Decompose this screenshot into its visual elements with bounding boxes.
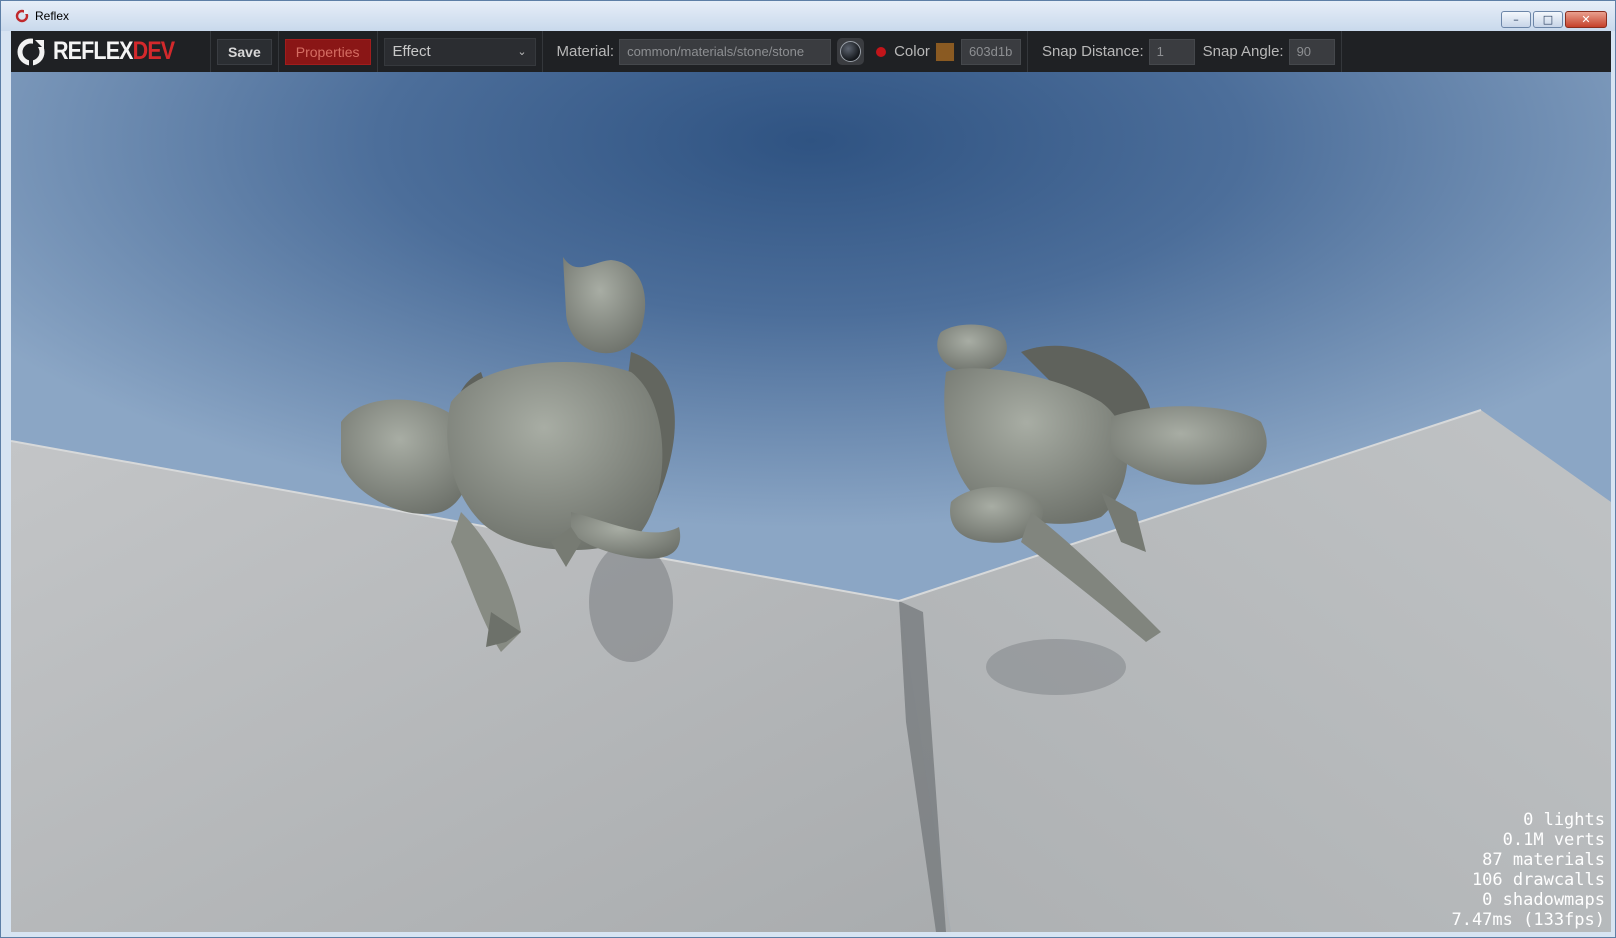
color-swatch[interactable] — [934, 41, 955, 62]
color-label: Color — [894, 43, 930, 60]
effect-dropdown[interactable]: Effect ⌄ — [383, 37, 536, 66]
stat-materials: 87 materials — [1482, 850, 1605, 870]
window-controls: – □ ✕ — [1501, 11, 1607, 28]
save-button[interactable]: Save — [217, 38, 272, 65]
close-button[interactable]: ✕ — [1565, 11, 1607, 28]
logo-text-dev: DEV — [132, 37, 175, 65]
toolbar-divider — [210, 31, 212, 72]
stat-drawcalls: 106 drawcalls — [1471, 870, 1605, 890]
reflex-logo-icon — [17, 36, 45, 68]
effect-dropdown-value: Effect — [392, 43, 431, 60]
material-field[interactable]: common/materials/stone/stone — [619, 38, 832, 65]
toolbar-divider — [376, 31, 378, 72]
material-sphere-icon[interactable] — [837, 38, 865, 65]
toolbar-divider — [541, 31, 543, 72]
color-hex-field[interactable]: 603d1b — [960, 38, 1021, 65]
app-window: Reflex – □ ✕ REFLEXDEV Save Properties E… — [0, 0, 1616, 938]
title-bar[interactable]: Reflex – □ ✕ — [1, 1, 1615, 31]
properties-button[interactable]: Properties — [284, 38, 371, 65]
toolbar-divider — [1340, 31, 1342, 72]
minimize-button[interactable]: – — [1501, 11, 1531, 28]
maximize-button[interactable]: □ — [1533, 11, 1563, 28]
material-label: Material: — [556, 43, 615, 60]
toolbar-divider — [277, 31, 279, 72]
logo-text-reflex: REFLEX — [53, 37, 134, 65]
snap-angle-label: Snap Angle: — [1202, 43, 1284, 60]
window-title: Reflex — [35, 9, 70, 23]
toolbar-divider — [1026, 31, 1028, 72]
stat-shadowmaps: 0 shadowmaps — [1482, 890, 1605, 910]
snap-distance-field[interactable]: 1 — [1148, 38, 1195, 65]
editor-toolbar: REFLEXDEV Save Properties Effect ⌄ Mater… — [11, 31, 1611, 72]
stat-frametime: 7.47ms (133fps) — [1451, 910, 1605, 930]
app-icon — [15, 9, 29, 23]
3d-viewport[interactable]: 0 lights 0.1M verts 87 materials 106 dra… — [11, 72, 1611, 932]
render-stats-overlay: 0 lights 0.1M verts 87 materials 106 dra… — [1451, 810, 1605, 930]
chevron-down-icon: ⌄ — [517, 45, 527, 58]
snap-angle-field[interactable]: 90 — [1288, 38, 1335, 65]
stat-lights: 0 lights — [1523, 810, 1605, 830]
logo-text: REFLEXDEV — [53, 37, 175, 66]
right-statue-shadow — [986, 639, 1126, 695]
snap-distance-label: Snap Distance: — [1041, 43, 1144, 60]
left-statue-shadow — [589, 542, 673, 662]
reflex-logo: REFLEXDEV — [11, 31, 204, 72]
stat-verts: 0.1M verts — [1502, 830, 1605, 850]
red-dot-icon — [876, 46, 887, 57]
material-preview-ball — [840, 41, 862, 62]
scene-render — [11, 257, 1611, 932]
